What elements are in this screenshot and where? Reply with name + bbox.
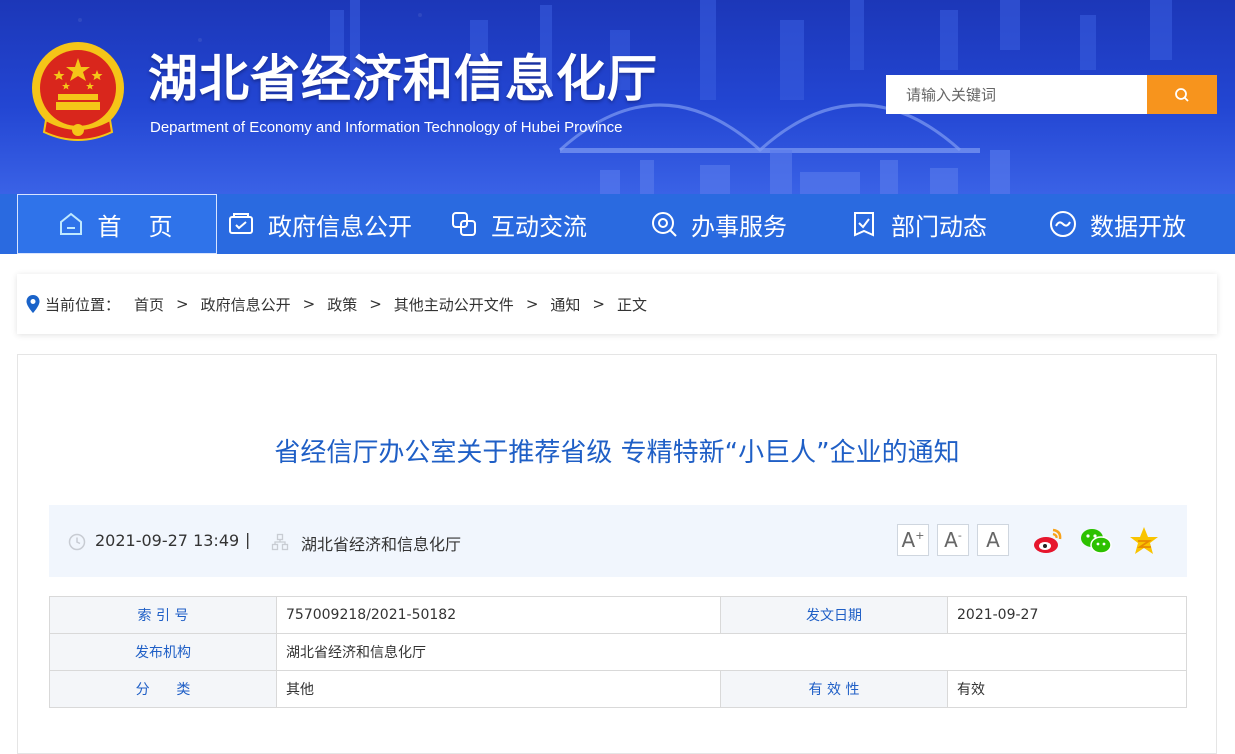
breadcrumb-separator: > (176, 295, 189, 313)
nav-item-label: 政府信息公开 (268, 212, 412, 241)
news-icon (854, 212, 874, 237)
category-label: 分 类 (49, 670, 277, 708)
clock-icon (68, 533, 86, 551)
breadcrumb: 当前位置： 首页 > 政府信息公开 > 政策 > 其他主动公开文件 > 通知 >… (17, 274, 1217, 334)
index-value: 757009218/2021-50182 (276, 596, 721, 634)
breadcrumb-policy[interactable]: 政策 (327, 294, 357, 315)
document-info-table: 索 引 号 757009218/2021-50182 发文日期 2021-09-… (49, 596, 1187, 708)
service-search-icon (652, 212, 677, 237)
breadcrumb-separator: > (369, 295, 382, 313)
breadcrumb-prefix: 当前位置： (45, 295, 121, 314)
breadcrumb-gov-info[interactable]: 政府信息公开 (201, 294, 291, 315)
info-folder-icon (229, 213, 253, 234)
article-meta-bar: 2021-09-27 13:49 | 湖北省经济和信息化厅 A + A- A (49, 505, 1187, 577)
nav-item-label: 部门动态 (891, 212, 987, 241)
table-row: 发布机构 湖北省经济和信息化厅 (49, 633, 1187, 671)
issuer-label: 发布机构 (49, 633, 277, 671)
search-button[interactable] (1147, 75, 1217, 114)
article-panel: 省经信厅办公室关于推荐省级 专精特新“小巨人”企业的通知 2021-09-27 … (17, 354, 1217, 754)
breadcrumb-separator: > (525, 295, 539, 313)
site-header: 湖北省经济和信息化厅 Department of Economy and Inf… (0, 0, 1235, 194)
search-input[interactable] (886, 75, 1147, 114)
category-value: 其他 (276, 670, 721, 708)
nav-item-gov-info[interactable]: 政府信息公开 (226, 194, 412, 254)
index-label: 索 引 号 (49, 596, 277, 634)
validity-label: 有 效 性 (720, 670, 948, 708)
wechat-share-icon[interactable] (1079, 524, 1113, 558)
breadcrumb-separator: > (302, 295, 316, 313)
nav-item-label: 首 页 (97, 212, 177, 241)
nav-item-label: 办事服务 (691, 212, 787, 241)
home-icon (60, 212, 83, 235)
nav-item-home[interactable]: 首 页 (17, 194, 217, 254)
weibo-share-icon[interactable] (1031, 524, 1065, 558)
validity-value: 有效 (947, 670, 1187, 708)
issue-date-label: 发文日期 (720, 596, 948, 634)
chat-icon (452, 212, 476, 236)
search-icon (1175, 87, 1189, 102)
font-decrease-button[interactable]: A- (937, 524, 969, 556)
breadcrumb-current: 正文 (616, 295, 647, 314)
nav-item-label: 互动交流 (491, 212, 587, 241)
nav-item-services[interactable]: 办事服务 (649, 194, 787, 254)
meta-divider: | (245, 530, 251, 549)
nav-item-interaction[interactable]: 互动交流 (449, 194, 587, 254)
article-title: 省经信厅办公室关于推荐省级 专精特新“小巨人”企业的通知 (274, 438, 960, 468)
issuer-value: 湖北省经济和信息化厅 (276, 633, 1187, 671)
data-wave-icon (1050, 211, 1076, 237)
breadcrumb-notice[interactable]: 通知 (550, 294, 580, 315)
national-emblem-logo (32, 42, 124, 141)
font-increase-label: A (901, 528, 916, 552)
table-row: 索 引 号 757009218/2021-50182 发文日期 2021-09-… (49, 596, 1187, 634)
nav-item-dept-news[interactable]: 部门动态 (849, 194, 987, 254)
font-reset-button[interactable]: A (977, 524, 1009, 556)
font-increase-button[interactable]: A + (897, 524, 929, 556)
breadcrumb-separator: > (592, 295, 605, 313)
font-decrease-label: A (944, 528, 958, 552)
main-nav: 首 页 政府信息公开 互动交流 办事服务 部门动态 数据开放 (0, 194, 1235, 254)
nav-item-label: 数据开放 (1090, 212, 1186, 241)
qzone-share-icon[interactable] (1127, 524, 1161, 558)
site-title: 湖北省经济和信息化厅 (148, 50, 658, 108)
location-pin-icon (26, 295, 40, 313)
breadcrumb-home[interactable]: 首页 (134, 294, 164, 315)
publish-datetime: 2021-09-27 13:49 (95, 531, 240, 550)
issue-date-value: 2021-09-27 (947, 596, 1187, 634)
site-subtitle: Department of Economy and Information Te… (150, 119, 623, 136)
font-reset-label: A (986, 528, 1000, 552)
publish-source: 湖北省经济和信息化厅 (301, 535, 462, 554)
organization-icon (271, 533, 289, 551)
nav-item-open-data[interactable]: 数据开放 (1048, 194, 1186, 254)
breadcrumb-other-files[interactable]: 其他主动公开文件 (394, 294, 514, 315)
table-row: 分 类 其他 有 效 性 有效 (49, 670, 1187, 708)
